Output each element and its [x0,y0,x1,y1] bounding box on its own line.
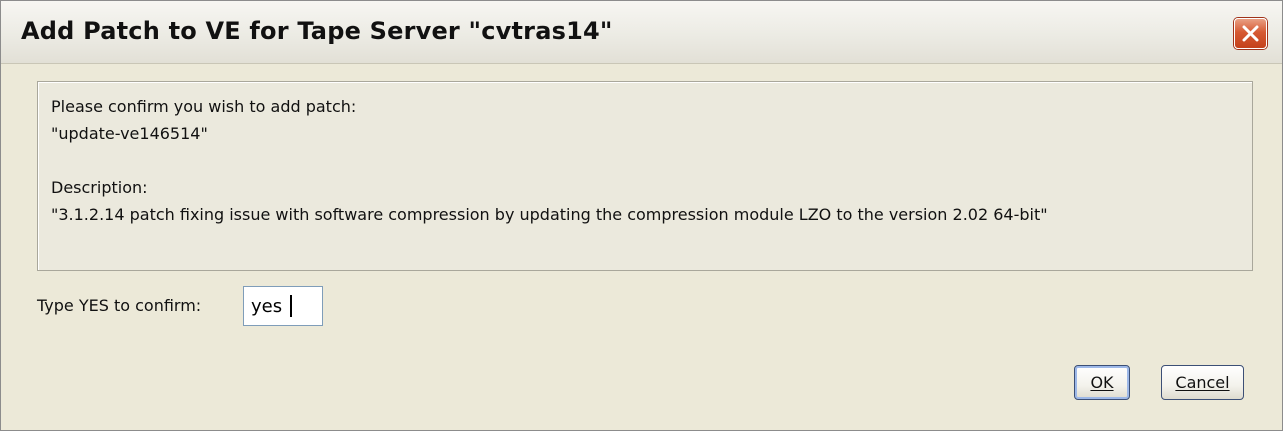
patch-name-text: "update-ve146514" [51,124,208,143]
confirm-label: Type YES to confirm: [37,296,202,315]
ok-button[interactable]: OK [1074,365,1130,400]
confirm-prompt-text: Please confirm you wish to add patch: [51,97,357,116]
title-bar[interactable]: Add Patch to VE for Tape Server "cvtras1… [1,1,1282,64]
text-caret [290,295,292,317]
close-button[interactable] [1234,18,1267,49]
cancel-button[interactable]: Cancel [1161,365,1244,400]
confirm-input[interactable] [243,286,323,326]
message-panel: Please confirm you wish to add patch: "u… [37,81,1253,271]
description-label: Description: [51,178,148,197]
add-patch-dialog: Add Patch to VE for Tape Server "cvtras1… [0,0,1283,431]
description-text: "3.1.2.14 patch fixing issue with softwa… [51,205,1048,224]
dialog-title: Add Patch to VE for Tape Server "cvtras1… [21,17,613,45]
close-icon [1242,25,1259,42]
